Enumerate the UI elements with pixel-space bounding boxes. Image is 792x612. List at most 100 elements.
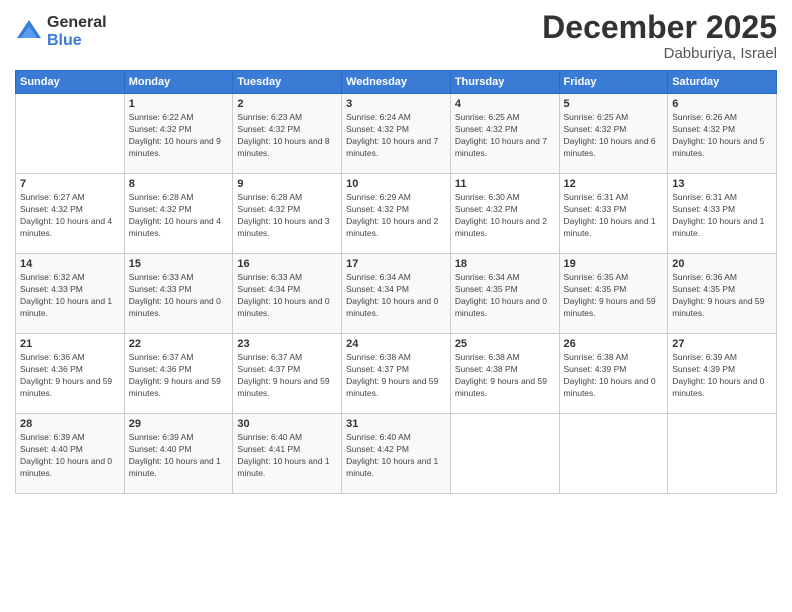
day-number: 31 (346, 418, 446, 430)
day-number: 1 (129, 98, 229, 110)
calendar-cell (16, 94, 125, 174)
calendar-cell: 6Sunrise: 6:26 AMSunset: 4:32 PMDaylight… (668, 94, 777, 174)
calendar-cell: 14 Sunrise: 6:32 AMSunset: 4:33 PMDayligh… (16, 254, 125, 334)
calendar-week-row: 28 Sunrise: 6:39 AMSunset: 4:40 PMDayligh… (16, 414, 777, 494)
calendar-week-row: 1 Sunrise: 6:22 AMSunset: 4:32 PMDaylight… (16, 94, 777, 174)
day-info: Sunrise: 6:31 AMSunset: 4:33 PMDaylight:… (672, 192, 772, 240)
location-title: Dabburiya, Israel (542, 45, 777, 62)
day-info: Sunrise: 6:22 AMSunset: 4:32 PMDaylight:… (129, 112, 229, 160)
calendar-cell: 1 Sunrise: 6:22 AMSunset: 4:32 PMDaylight… (124, 94, 233, 174)
day-info: Sunrise: 6:32 AMSunset: 4:33 PMDaylight:… (20, 272, 120, 320)
day-info: Sunrise: 6:25 AMSunset: 4:32 PMDaylight:… (455, 112, 555, 160)
day-info: Sunrise: 6:23 AMSunset: 4:32 PMDaylight:… (237, 112, 337, 160)
day-info: Sunrise: 6:36 AMSunset: 4:36 PMDaylight:… (20, 352, 120, 400)
logo-general: General (47, 14, 107, 32)
day-number: 17 (346, 258, 446, 270)
day-info: Sunrise: 6:33 AMSunset: 4:34 PMDaylight:… (237, 272, 337, 320)
calendar-week-row: 7 Sunrise: 6:27 AMSunset: 4:32 PMDaylight… (16, 174, 777, 254)
calendar-cell: 29Sunrise: 6:39 AMSunset: 4:40 PMDayligh… (124, 414, 233, 494)
day-number: 30 (237, 418, 337, 430)
day-number: 14 (20, 258, 120, 270)
calendar-cell: 2 Sunrise: 6:23 AMSunset: 4:32 PMDaylight… (233, 94, 342, 174)
calendar-cell: 31Sunrise: 6:40 AMSunset: 4:42 PMDayligh… (342, 414, 451, 494)
day-number: 13 (672, 178, 772, 190)
calendar-cell: 4 Sunrise: 6:25 AMSunset: 4:32 PMDaylight… (450, 94, 559, 174)
calendar-header-row: Sunday Monday Tuesday Wednesday Thursday… (16, 71, 777, 94)
col-thursday: Thursday (450, 71, 559, 94)
col-wednesday: Wednesday (342, 71, 451, 94)
calendar-cell: 17 Sunrise: 6:34 AMSunset: 4:34 PMDayligh… (342, 254, 451, 334)
calendar-cell: 13 Sunrise: 6:31 AMSunset: 4:33 PMDayligh… (668, 174, 777, 254)
calendar-week-row: 14 Sunrise: 6:32 AMSunset: 4:33 PMDayligh… (16, 254, 777, 334)
calendar-cell: 21 Sunrise: 6:36 AMSunset: 4:36 PMDayligh… (16, 334, 125, 414)
day-info: Sunrise: 6:31 AMSunset: 4:33 PMDaylight:… (564, 192, 664, 240)
calendar-cell: 11Sunrise: 6:30 AMSunset: 4:32 PMDayligh… (450, 174, 559, 254)
day-info: Sunrise: 6:38 AMSunset: 4:37 PMDaylight:… (346, 352, 446, 400)
day-number: 18 (455, 258, 555, 270)
calendar-cell (668, 414, 777, 494)
calendar-cell: 24 Sunrise: 6:38 AMSunset: 4:37 PMDayligh… (342, 334, 451, 414)
day-number: 26 (564, 338, 664, 350)
day-number: 27 (672, 338, 772, 350)
col-monday: Monday (124, 71, 233, 94)
day-number: 20 (672, 258, 772, 270)
day-number: 7 (20, 178, 120, 190)
calendar-cell: 3 Sunrise: 6:24 AMSunset: 4:32 PMDaylight… (342, 94, 451, 174)
day-info: Sunrise: 6:25 AMSunset: 4:32 PMDaylight:… (564, 112, 664, 160)
day-info: Sunrise: 6:40 AMSunset: 4:41 PMDaylight:… (237, 432, 337, 480)
calendar-cell (450, 414, 559, 494)
day-number: 21 (20, 338, 120, 350)
day-number: 15 (129, 258, 229, 270)
day-number: 3 (346, 98, 446, 110)
col-tuesday: Tuesday (233, 71, 342, 94)
calendar-cell: 25Sunrise: 6:38 AMSunset: 4:38 PMDayligh… (450, 334, 559, 414)
calendar-cell: 23Sunrise: 6:37 AMSunset: 4:37 PMDayligh… (233, 334, 342, 414)
calendar-cell: 19 Sunrise: 6:35 AMSunset: 4:35 PMDayligh… (559, 254, 668, 334)
calendar-cell: 20Sunrise: 6:36 AMSunset: 4:35 PMDayligh… (668, 254, 777, 334)
calendar-cell: 22 Sunrise: 6:37 AMSunset: 4:36 PMDayligh… (124, 334, 233, 414)
day-number: 23 (237, 338, 337, 350)
calendar-cell: 28 Sunrise: 6:39 AMSunset: 4:40 PMDayligh… (16, 414, 125, 494)
day-info: Sunrise: 6:34 AMSunset: 4:34 PMDaylight:… (346, 272, 446, 320)
day-number: 28 (20, 418, 120, 430)
day-info: Sunrise: 6:39 AMSunset: 4:39 PMDaylight:… (672, 352, 772, 400)
logo: General Blue (15, 14, 107, 49)
calendar-cell: 27 Sunrise: 6:39 AMSunset: 4:39 PMDayligh… (668, 334, 777, 414)
day-info: Sunrise: 6:24 AMSunset: 4:32 PMDaylight:… (346, 112, 446, 160)
logo-text: General Blue (47, 14, 107, 49)
logo-blue: Blue (47, 32, 107, 50)
calendar-cell: 30 Sunrise: 6:40 AMSunset: 4:41 PMDayligh… (233, 414, 342, 494)
day-info: Sunrise: 6:28 AMSunset: 4:32 PMDaylight:… (129, 192, 229, 240)
day-info: Sunrise: 6:34 AMSunset: 4:35 PMDaylight:… (455, 272, 555, 320)
day-info: Sunrise: 6:28 AMSunset: 4:32 PMDaylight:… (237, 192, 337, 240)
calendar-cell: 26Sunrise: 6:38 AMSunset: 4:39 PMDayligh… (559, 334, 668, 414)
day-number: 2 (237, 98, 337, 110)
calendar-table: Sunday Monday Tuesday Wednesday Thursday… (15, 70, 777, 494)
calendar-cell (559, 414, 668, 494)
day-info: Sunrise: 6:27 AMSunset: 4:32 PMDaylight:… (20, 192, 120, 240)
day-number: 4 (455, 98, 555, 110)
day-number: 5 (564, 98, 664, 110)
calendar-page: General Blue December 2025 Dabburiya, Is… (0, 0, 792, 612)
calendar-cell: 12Sunrise: 6:31 AMSunset: 4:33 PMDayligh… (559, 174, 668, 254)
calendar-cell: 8Sunrise: 6:28 AMSunset: 4:32 PMDaylight… (124, 174, 233, 254)
month-title: December 2025 (542, 10, 777, 45)
calendar-cell: 16Sunrise: 6:33 AMSunset: 4:34 PMDayligh… (233, 254, 342, 334)
day-info: Sunrise: 6:29 AMSunset: 4:32 PMDaylight:… (346, 192, 446, 240)
calendar-cell: 5 Sunrise: 6:25 AMSunset: 4:32 PMDaylight… (559, 94, 668, 174)
day-number: 19 (564, 258, 664, 270)
calendar-cell: 7 Sunrise: 6:27 AMSunset: 4:32 PMDaylight… (16, 174, 125, 254)
day-info: Sunrise: 6:33 AMSunset: 4:33 PMDaylight:… (129, 272, 229, 320)
calendar-cell: 9Sunrise: 6:28 AMSunset: 4:32 PMDaylight… (233, 174, 342, 254)
col-saturday: Saturday (668, 71, 777, 94)
day-info: Sunrise: 6:39 AMSunset: 4:40 PMDaylight:… (20, 432, 120, 480)
day-info: Sunrise: 6:35 AMSunset: 4:35 PMDaylight:… (564, 272, 664, 320)
day-info: Sunrise: 6:37 AMSunset: 4:36 PMDaylight:… (129, 352, 229, 400)
day-number: 6 (672, 98, 772, 110)
day-number: 25 (455, 338, 555, 350)
day-number: 22 (129, 338, 229, 350)
day-number: 24 (346, 338, 446, 350)
header: General Blue December 2025 Dabburiya, Is… (15, 10, 777, 62)
calendar-cell: 10Sunrise: 6:29 AMSunset: 4:32 PMDayligh… (342, 174, 451, 254)
day-number: 29 (129, 418, 229, 430)
